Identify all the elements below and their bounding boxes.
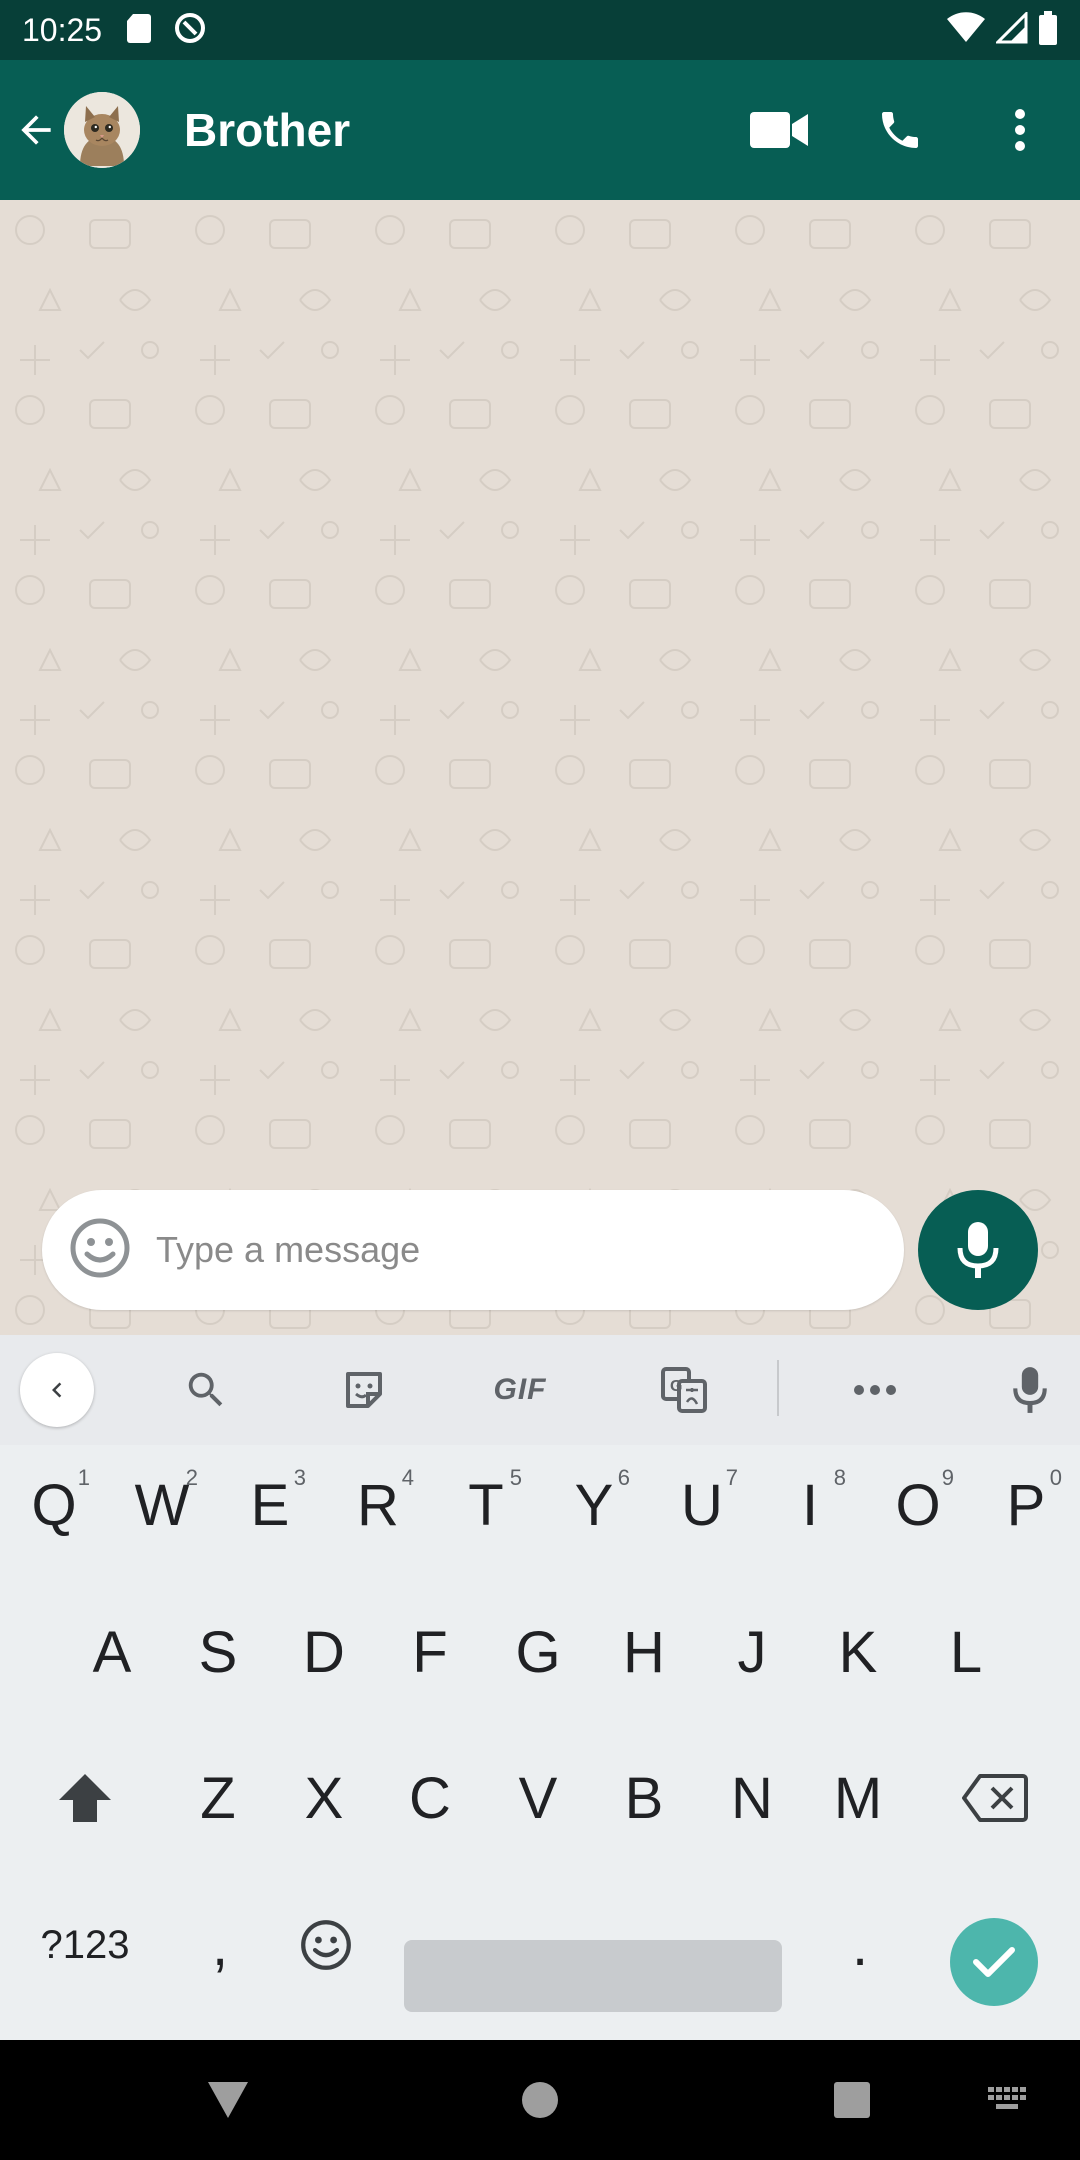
key-l[interactable]: L xyxy=(912,1602,1020,1702)
symbols-key[interactable]: ?123 xyxy=(20,1895,150,1995)
data-saver-icon xyxy=(172,10,208,51)
nav-back-button[interactable] xyxy=(188,2060,268,2140)
circle-home-icon xyxy=(522,2082,558,2118)
key-q[interactable]: Q1 xyxy=(0,1455,108,1555)
key-g[interactable]: G xyxy=(484,1602,592,1702)
keyboard-sticker-button[interactable] xyxy=(324,1355,404,1425)
backspace-key[interactable] xyxy=(940,1748,1050,1848)
keyboard-collapse-button[interactable] xyxy=(20,1353,94,1427)
status-time: 10:25 xyxy=(22,11,103,48)
key-e[interactable]: E3 xyxy=(216,1455,324,1555)
more-vert-icon xyxy=(1015,109,1025,151)
emoji-button[interactable] xyxy=(68,1216,132,1285)
keyboard-search-button[interactable] xyxy=(166,1355,246,1425)
voice-call-button[interactable] xyxy=(840,80,960,180)
enter-key[interactable] xyxy=(950,1918,1038,2006)
message-composer xyxy=(42,1190,904,1310)
key-h[interactable]: H xyxy=(590,1602,698,1702)
voice-message-button[interactable] xyxy=(918,1190,1038,1310)
arrow-back-icon xyxy=(21,115,51,145)
period-key[interactable]: . xyxy=(810,1895,910,1995)
sd-card-icon xyxy=(126,12,152,49)
cat-avatar-icon xyxy=(64,92,140,168)
key-p[interactable]: P0 xyxy=(972,1455,1080,1555)
signal-icon xyxy=(994,9,1028,49)
keyboard-gif-button[interactable]: GIF xyxy=(480,1355,560,1425)
emoji-icon xyxy=(70,1218,130,1277)
shift-key[interactable] xyxy=(30,1748,140,1848)
keyboard-toolbar-divider xyxy=(777,1360,779,1416)
keyboard-keys: Q1 W2 E3 R4 T5 Y6 U7 I8 O9 P0 A S D F G … xyxy=(0,1445,1080,2040)
key-b[interactable]: B xyxy=(590,1748,698,1848)
triangle-down-icon xyxy=(208,2082,248,2118)
key-o[interactable]: O9 xyxy=(864,1455,972,1555)
key-r[interactable]: R4 xyxy=(324,1455,432,1555)
key-m[interactable]: M xyxy=(804,1748,912,1848)
key-t[interactable]: T5 xyxy=(432,1455,540,1555)
key-s[interactable]: S xyxy=(164,1602,272,1702)
key-n[interactable]: N xyxy=(698,1748,806,1848)
translate-icon: G xyxy=(661,1367,707,1413)
emoji-icon xyxy=(301,1920,351,1970)
key-j[interactable]: J xyxy=(698,1602,806,1702)
status-bar: 10:25 xyxy=(0,0,1080,60)
key-f[interactable]: F xyxy=(376,1602,484,1702)
key-d[interactable]: D xyxy=(270,1602,378,1702)
video-camera-icon xyxy=(750,112,808,148)
key-w[interactable]: W2 xyxy=(108,1455,216,1555)
wifi-icon xyxy=(946,11,986,49)
nav-recents-button[interactable] xyxy=(812,2060,892,2140)
more-options-button[interactable] xyxy=(960,80,1080,180)
sticker-icon xyxy=(346,1372,382,1408)
keyboard-voice-button[interactable] xyxy=(990,1355,1070,1425)
more-horiz-icon xyxy=(854,1385,896,1395)
emoji-key[interactable] xyxy=(276,1895,376,1995)
keyboard-more-button[interactable] xyxy=(835,1355,915,1425)
key-x[interactable]: X xyxy=(270,1748,378,1848)
keyboard-translate-button[interactable]: G xyxy=(644,1355,724,1425)
shift-icon xyxy=(59,1774,111,1822)
chat-area[interactable] xyxy=(0,200,1080,1335)
chat-wallpaper-pattern xyxy=(0,200,1080,1335)
key-i[interactable]: I8 xyxy=(756,1455,864,1555)
keyboard-toolbar: GIF G xyxy=(0,1335,1080,1445)
keyboard-switch-button[interactable] xyxy=(968,2060,1048,2140)
key-z[interactable]: Z xyxy=(164,1748,272,1848)
microphone-icon xyxy=(1013,1367,1047,1413)
comma-key[interactable]: , xyxy=(170,1895,270,1995)
microphone-icon xyxy=(957,1222,999,1278)
backspace-icon xyxy=(962,1774,1028,1822)
phone-icon xyxy=(882,112,918,148)
key-y[interactable]: Y6 xyxy=(540,1455,648,1555)
chat-header: Brother xyxy=(0,60,1080,200)
contact-avatar[interactable] xyxy=(64,92,140,168)
chevron-left-icon xyxy=(52,1382,62,1398)
keyboard-icon xyxy=(988,2087,1026,2109)
contact-name[interactable]: Brother xyxy=(184,103,350,157)
system-navigation-bar xyxy=(0,2040,1080,2160)
back-button[interactable] xyxy=(8,102,64,158)
svg-text:G: G xyxy=(670,1378,682,1395)
key-a[interactable]: A xyxy=(58,1602,166,1702)
check-icon xyxy=(973,1947,1015,1977)
space-key[interactable] xyxy=(404,1940,782,2012)
key-k[interactable]: K xyxy=(804,1602,912,1702)
nav-home-button[interactable] xyxy=(500,2060,580,2140)
key-c[interactable]: C xyxy=(376,1748,484,1848)
key-v[interactable]: V xyxy=(484,1748,592,1848)
key-u[interactable]: U7 xyxy=(648,1455,756,1555)
video-call-button[interactable] xyxy=(720,80,840,180)
message-input[interactable] xyxy=(156,1229,796,1271)
keyboard: GIF G Q1 W2 E3 R4 T5 Y6 U7 I 8 O 9 P 0 A… xyxy=(0,1335,1080,2040)
search-icon xyxy=(188,1372,223,1407)
battery-icon xyxy=(1038,10,1058,50)
square-recents-icon xyxy=(834,2082,870,2118)
